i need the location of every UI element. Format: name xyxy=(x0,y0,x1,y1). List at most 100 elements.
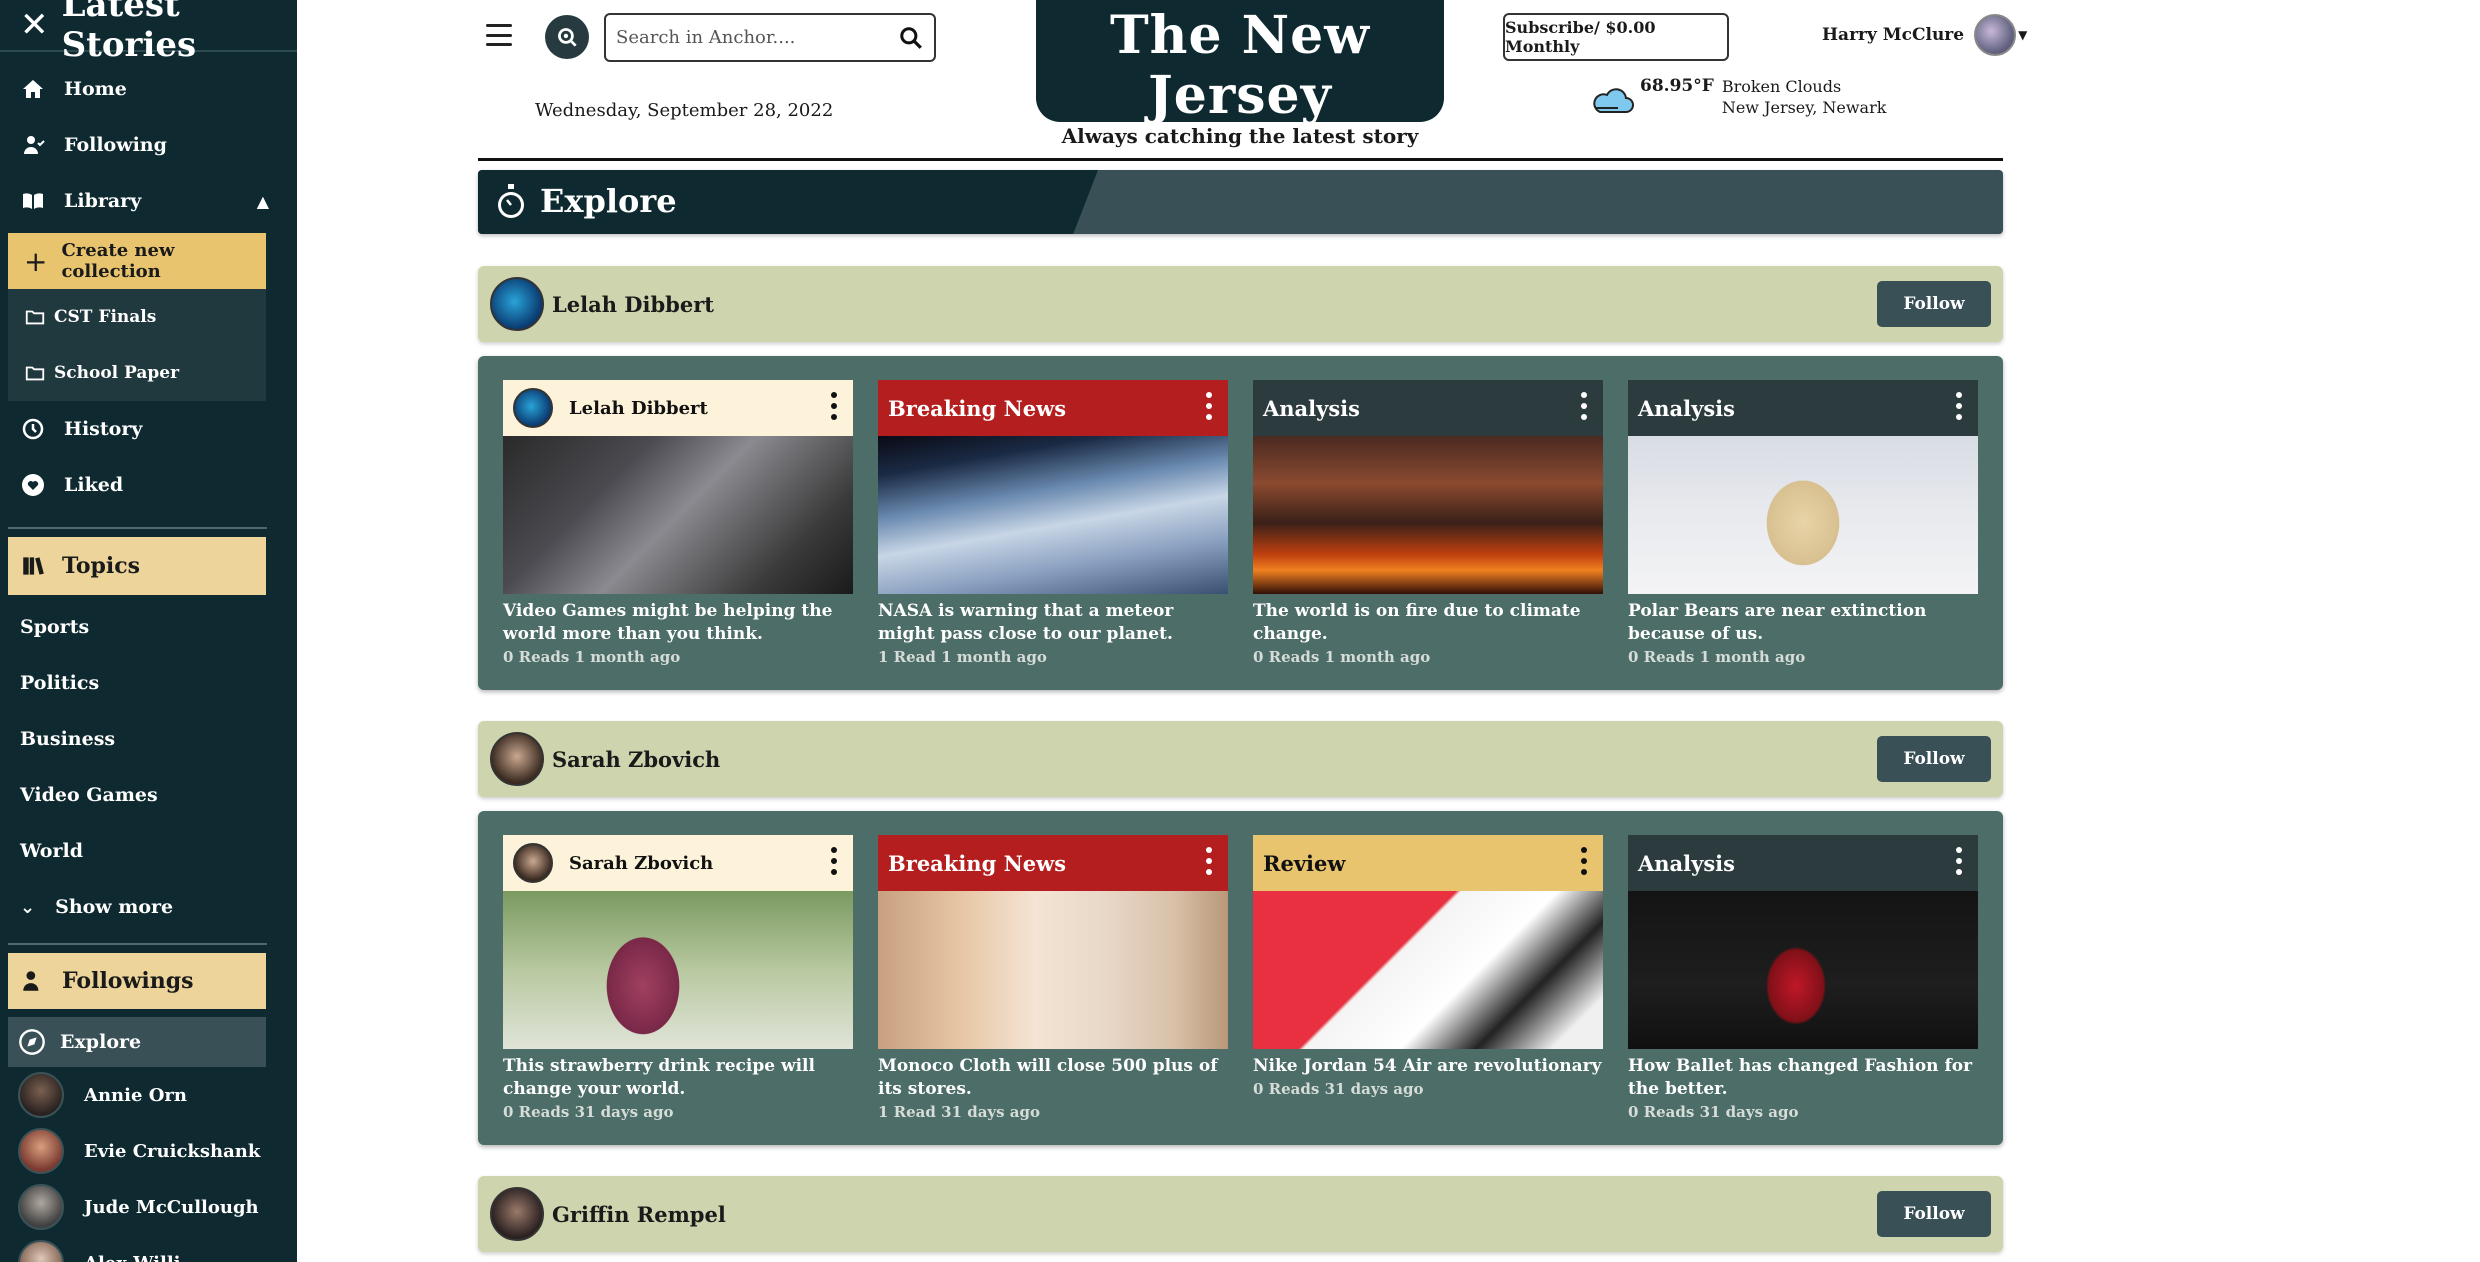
article-card[interactable]: Lelah Dibbert Video Games might be helpi… xyxy=(503,380,853,666)
article-headline[interactable]: Nike Jordan 54 Air are revolutionary xyxy=(1253,1055,1603,1078)
article-card[interactable]: Breaking News NASA is warning that a met… xyxy=(878,380,1228,666)
collection-item[interactable]: School Paper xyxy=(8,345,266,401)
topics-header[interactable]: Topics xyxy=(8,537,266,595)
search-box xyxy=(604,13,936,62)
avatar[interactable] xyxy=(490,277,544,331)
close-icon[interactable]: ✕ xyxy=(20,5,56,45)
heart-icon xyxy=(20,472,46,498)
followings-header[interactable]: Followings xyxy=(8,953,266,1009)
article-headline[interactable]: Polar Bears are near extinction because … xyxy=(1628,600,1978,646)
search-zoom-button[interactable] xyxy=(545,15,589,59)
sidebar-item-home[interactable]: Home xyxy=(0,61,297,117)
sidebar: ✕ Latest Stories Home Following Library … xyxy=(0,0,297,1262)
current-date: Wednesday, September 28, 2022 xyxy=(535,100,834,121)
read-count: 0 Reads xyxy=(503,1103,570,1121)
author-bar: Griffin Rempel Follow xyxy=(478,1176,2003,1252)
article-image xyxy=(1628,891,1978,1049)
user-menu[interactable]: Harry McClure ▼ xyxy=(1822,14,2027,56)
sidebar-item-label: Library xyxy=(64,190,142,212)
timestamp: 1 month ago xyxy=(574,648,681,666)
card-label: Lelah Dibbert xyxy=(569,397,708,419)
avatar[interactable] xyxy=(490,732,544,786)
author-name[interactable]: Lelah Dibbert xyxy=(552,292,714,317)
chevron-up-icon[interactable]: ▲ xyxy=(257,192,269,211)
avatar xyxy=(18,1072,64,1118)
topic-item[interactable]: World xyxy=(0,823,297,879)
article-meta: 0 Reads 1 month ago xyxy=(1253,648,1603,666)
author-name[interactable]: Griffin Rempel xyxy=(552,1202,726,1227)
search-icon[interactable] xyxy=(898,25,924,51)
following-item[interactable]: Jude McCullough xyxy=(0,1179,297,1235)
card-label: Analysis xyxy=(1263,395,1360,421)
timestamp: 31 days ago xyxy=(1699,1103,1799,1121)
weather-temp: 68.95°F xyxy=(1640,76,1714,96)
more-options-icon[interactable] xyxy=(1956,847,1962,875)
more-options-icon[interactable] xyxy=(1206,392,1212,420)
menu-icon[interactable] xyxy=(486,24,512,46)
more-options-icon[interactable] xyxy=(831,392,837,420)
sidebar-item-liked[interactable]: Liked xyxy=(0,457,297,513)
create-collection-button[interactable]: + Create new collection xyxy=(8,233,266,289)
article-card[interactable]: Analysis The world is on fire due to cli… xyxy=(1253,380,1603,666)
article-card[interactable]: Analysis Polar Bears are near extinction… xyxy=(1628,380,1978,666)
article-headline[interactable]: NASA is warning that a meteor might pass… xyxy=(878,600,1228,646)
topic-label: Business xyxy=(20,728,116,750)
article-headline[interactable]: This strawberry drink recipe will change… xyxy=(503,1055,853,1101)
sidebar-item-following[interactable]: Following xyxy=(0,117,297,173)
topic-item[interactable]: Video Games xyxy=(0,767,297,823)
article-headline[interactable]: Video Games might be helping the world m… xyxy=(503,600,853,646)
collection-item[interactable]: CST Finals xyxy=(8,289,266,345)
following-item[interactable]: Annie Orn xyxy=(0,1067,297,1123)
author-bar: Sarah Zbovich Follow xyxy=(478,721,2003,797)
show-more-button[interactable]: ⌄ Show more xyxy=(0,879,297,935)
sidebar-item-history[interactable]: History xyxy=(0,401,297,457)
article-headline[interactable]: The world is on fire due to climate chan… xyxy=(1253,600,1603,646)
card-label: Breaking News xyxy=(888,395,1067,421)
avatar xyxy=(513,843,553,883)
article-headline[interactable]: How Ballet has changed Fashion for the b… xyxy=(1628,1055,1978,1101)
more-options-icon[interactable] xyxy=(1956,392,1962,420)
sidebar-item-library[interactable]: Library ▲ xyxy=(0,173,297,229)
collection-label: CST Finals xyxy=(54,307,157,327)
card-header: Breaking News xyxy=(878,380,1228,436)
topic-item[interactable]: Politics xyxy=(0,655,297,711)
more-options-icon[interactable] xyxy=(1206,847,1212,875)
more-options-icon[interactable] xyxy=(831,847,837,875)
subscribe-button[interactable]: Subscribe/ $0.00 Monthly xyxy=(1503,13,1729,61)
sidebar-item-label: Liked xyxy=(64,474,124,496)
article-headline[interactable]: Monoco Cloth will close 500 plus of its … xyxy=(878,1055,1228,1101)
avatar xyxy=(513,388,553,428)
article-card[interactable]: Breaking News Monoco Cloth will close 50… xyxy=(878,835,1228,1121)
collection-label: School Paper xyxy=(54,363,180,383)
following-item[interactable]: Evie Cruickshank xyxy=(0,1123,297,1179)
article-card[interactable]: Review Nike Jordan 54 Air are revolution… xyxy=(1253,835,1603,1098)
author-name[interactable]: Sarah Zbovich xyxy=(552,747,720,772)
book-icon xyxy=(20,188,46,214)
sidebar-item-explore[interactable]: Explore xyxy=(8,1017,266,1067)
more-options-icon[interactable] xyxy=(1581,392,1587,420)
topic-label: Sports xyxy=(20,616,90,638)
read-count: 0 Reads xyxy=(1253,648,1320,666)
following-item[interactable]: Alex Willi xyxy=(0,1235,297,1262)
read-count: 0 Reads xyxy=(1628,1103,1695,1121)
masthead-logo[interactable]: The New Jersey Anchor⚓ xyxy=(1036,0,1444,182)
read-count: 0 Reads xyxy=(503,648,570,666)
topic-item[interactable]: Sports xyxy=(0,599,297,655)
follow-button[interactable]: Follow xyxy=(1877,281,1991,327)
article-meta: 0 Reads 1 month ago xyxy=(1628,648,1978,666)
explore-banner: Explore xyxy=(478,170,2003,234)
follow-button[interactable]: Follow xyxy=(1877,1191,1991,1237)
sidebar-item-label: History xyxy=(64,418,143,440)
article-card[interactable]: Sarah Zbovich This strawberry drink reci… xyxy=(503,835,853,1121)
folder-icon xyxy=(25,310,45,325)
topic-item[interactable]: Business xyxy=(0,711,297,767)
following-name: Alex Willi xyxy=(84,1253,181,1262)
avatar[interactable] xyxy=(490,1187,544,1241)
article-card[interactable]: Analysis How Ballet has changed Fashion … xyxy=(1628,835,1978,1121)
more-options-icon[interactable] xyxy=(1581,847,1587,875)
search-input[interactable] xyxy=(616,27,898,48)
follow-button[interactable]: Follow xyxy=(1877,736,1991,782)
weather-widget: 68.95°F Broken Clouds New Jersey, Newark xyxy=(1590,76,1886,118)
article-meta: 1 Read 1 month ago xyxy=(878,648,1228,666)
plus-icon: + xyxy=(24,244,48,278)
